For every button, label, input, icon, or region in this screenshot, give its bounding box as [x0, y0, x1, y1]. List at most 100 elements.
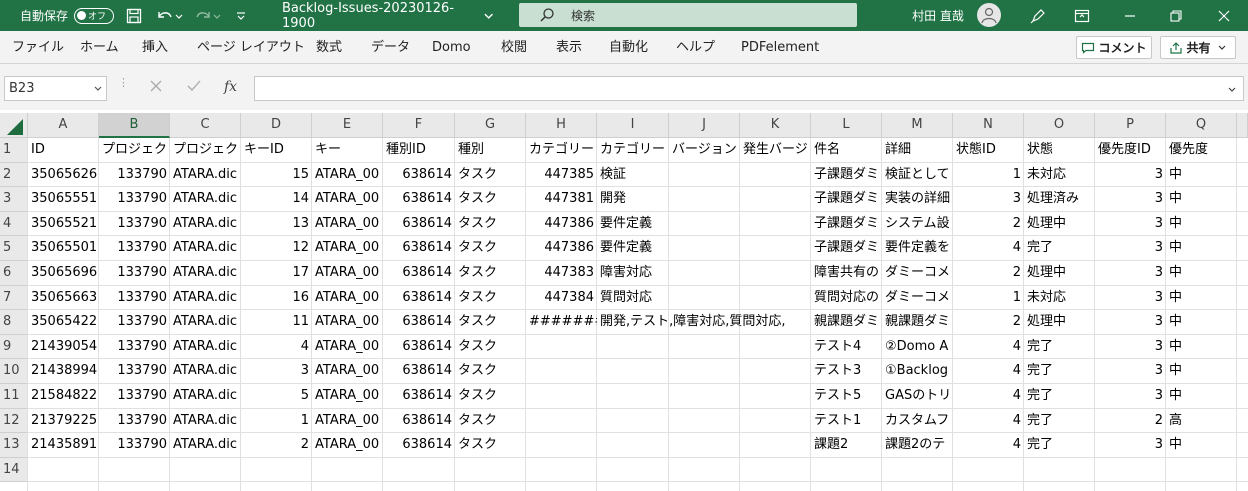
cell-o7[interactable]: 未対応 [1024, 286, 1095, 311]
cell-h8[interactable]: ####### [526, 310, 597, 335]
cell-l4[interactable]: 子課題ダミ [811, 212, 882, 237]
cell-l6[interactable]: 障害共有の [811, 261, 882, 286]
cell-b4[interactable]: 133790 [99, 212, 170, 237]
cell-d2[interactable]: 15 [241, 163, 312, 188]
row-header-14[interactable]: 14 [0, 457, 28, 483]
cell-m4[interactable]: システム設 [882, 212, 953, 237]
cell-o6[interactable]: 処理中 [1024, 261, 1095, 286]
cell-a12[interactable]: 21379225 [28, 409, 99, 434]
comment-button[interactable]: コメント [1076, 36, 1152, 59]
cell-m11[interactable]: GASのトリ [882, 384, 953, 409]
cell-e1[interactable]: キー [312, 138, 383, 163]
tab-home[interactable]: ホーム [80, 31, 119, 64]
tab-domo[interactable]: Domo [432, 31, 471, 64]
cell-e2[interactable]: ATARA_00 [312, 163, 383, 188]
cell-l11[interactable]: テスト5 [811, 384, 882, 409]
cell-g13[interactable]: タスク [455, 433, 811, 458]
cell-f9[interactable]: 638614 [383, 335, 455, 360]
cell-p7[interactable]: 3 [1095, 286, 1166, 311]
cell-o3[interactable]: 処理済み [1024, 187, 1095, 212]
cell-h1[interactable]: カテゴリー [526, 138, 597, 163]
cell-q4[interactable]: 中 [1166, 212, 1237, 237]
row-header-4[interactable]: 4 [0, 211, 28, 237]
cell-p6[interactable]: 3 [1095, 261, 1166, 286]
close-icon[interactable] [1210, 0, 1238, 31]
cell-a2[interactable]: 35065626 [28, 163, 99, 188]
cell-a7[interactable]: 35065663 [28, 286, 99, 311]
cell-p8[interactable]: 3 [1095, 310, 1166, 335]
cell-o1[interactable]: 状態 [1024, 138, 1095, 163]
cell-f4[interactable]: 638614 [383, 212, 455, 237]
cell-f3[interactable]: 638614 [383, 187, 455, 212]
cell-q13[interactable]: 中 [1166, 433, 1237, 458]
cell-n12[interactable]: 4 [953, 409, 1024, 434]
row-header-7[interactable]: 7 [0, 285, 28, 311]
customize-quick-access-icon[interactable] [232, 0, 250, 31]
cell-k1[interactable]: 発生バージ [740, 138, 811, 163]
search-box[interactable]: 検索 [519, 3, 857, 27]
cell-i2[interactable]: 検証 [597, 163, 811, 188]
cell-f2[interactable]: 638614 [383, 163, 455, 188]
column-header-h[interactable]: H [526, 113, 597, 138]
cell-p4[interactable]: 3 [1095, 212, 1166, 237]
cell-a3[interactable]: 35065551 [28, 187, 99, 212]
cell-e8[interactable]: ATARA_00 [312, 310, 383, 335]
cell-e4[interactable]: ATARA_00 [312, 212, 383, 237]
cell-n3[interactable]: 3 [953, 187, 1024, 212]
cell-p3[interactable]: 3 [1095, 187, 1166, 212]
cell-a10[interactable]: 21438994 [28, 359, 99, 384]
tab-pdfelement[interactable]: PDFelement [741, 31, 819, 64]
column-header-j[interactable]: J [669, 113, 740, 138]
column-header-o[interactable]: O [1024, 113, 1095, 138]
cell-n2[interactable]: 1 [953, 163, 1024, 188]
cell-o12[interactable]: 完了 [1024, 409, 1095, 434]
cell-m3[interactable]: 実装の詳細 [882, 187, 953, 212]
cell-q7[interactable]: 中 [1166, 286, 1237, 311]
cell-b10[interactable]: 133790 [99, 359, 170, 384]
cell-n1[interactable]: 状態ID [953, 138, 1024, 163]
cell-b9[interactable]: 133790 [99, 335, 170, 360]
cell-i5[interactable]: 要件定義 [597, 236, 811, 261]
column-header-d[interactable]: D [241, 113, 312, 138]
cell-a4[interactable]: 35065521 [28, 212, 99, 237]
cell-g3[interactable]: タスク [455, 187, 526, 212]
row-header-6[interactable]: 6 [0, 261, 28, 286]
column-header-l[interactable]: L [811, 113, 882, 138]
cell-c13[interactable]: ATARA.dic [170, 433, 241, 458]
cell-d12[interactable]: 1 [241, 409, 312, 434]
cell-d6[interactable]: 17 [241, 261, 312, 286]
cell-d10[interactable]: 3 [241, 359, 312, 384]
cell-h7[interactable]: 447384 [526, 286, 597, 311]
cell-e9[interactable]: ATARA_00 [312, 335, 383, 360]
cell-o13[interactable]: 完了 [1024, 433, 1095, 458]
column-header-b[interactable]: B [99, 113, 170, 138]
column-header-i[interactable]: I [597, 113, 669, 138]
cell-h2[interactable]: 447385 [526, 163, 597, 188]
cell-n9[interactable]: 4 [953, 335, 1024, 360]
cell-l10[interactable]: テスト3 [811, 359, 882, 384]
file-name-dropdown[interactable]: Backlog-Issues-20230126-1900 [282, 0, 494, 31]
cell-n6[interactable]: 2 [953, 261, 1024, 286]
cell-n7[interactable]: 1 [953, 286, 1024, 311]
row-header-8[interactable]: 8 [0, 310, 28, 335]
redo-icon[interactable] [190, 0, 224, 31]
column-header-m[interactable]: M [882, 113, 953, 138]
insert-function-icon[interactable]: fx [224, 79, 237, 95]
tab-data[interactable]: データ [371, 31, 410, 64]
formula-bar-grip-icon[interactable]: ⋮ [118, 77, 129, 96]
restore-icon[interactable] [1162, 0, 1190, 31]
tab-insert[interactable]: 挿入 [142, 31, 168, 64]
cell-n13[interactable]: 4 [953, 433, 1024, 458]
cell-c11[interactable]: ATARA.dic [170, 384, 241, 409]
avatar[interactable] [977, 3, 1001, 27]
cell-g5[interactable]: タスク [455, 236, 526, 261]
undo-icon[interactable] [152, 0, 186, 31]
save-icon[interactable] [123, 0, 145, 31]
cell-p10[interactable]: 3 [1095, 359, 1166, 384]
column-header-c[interactable]: C [170, 113, 241, 138]
cell-g10[interactable]: タスク [455, 359, 811, 384]
cell-b8[interactable]: 133790 [99, 310, 170, 335]
cell-g4[interactable]: タスク [455, 212, 526, 237]
cell-q5[interactable]: 中 [1166, 236, 1237, 261]
cell-a6[interactable]: 35065696 [28, 261, 99, 286]
